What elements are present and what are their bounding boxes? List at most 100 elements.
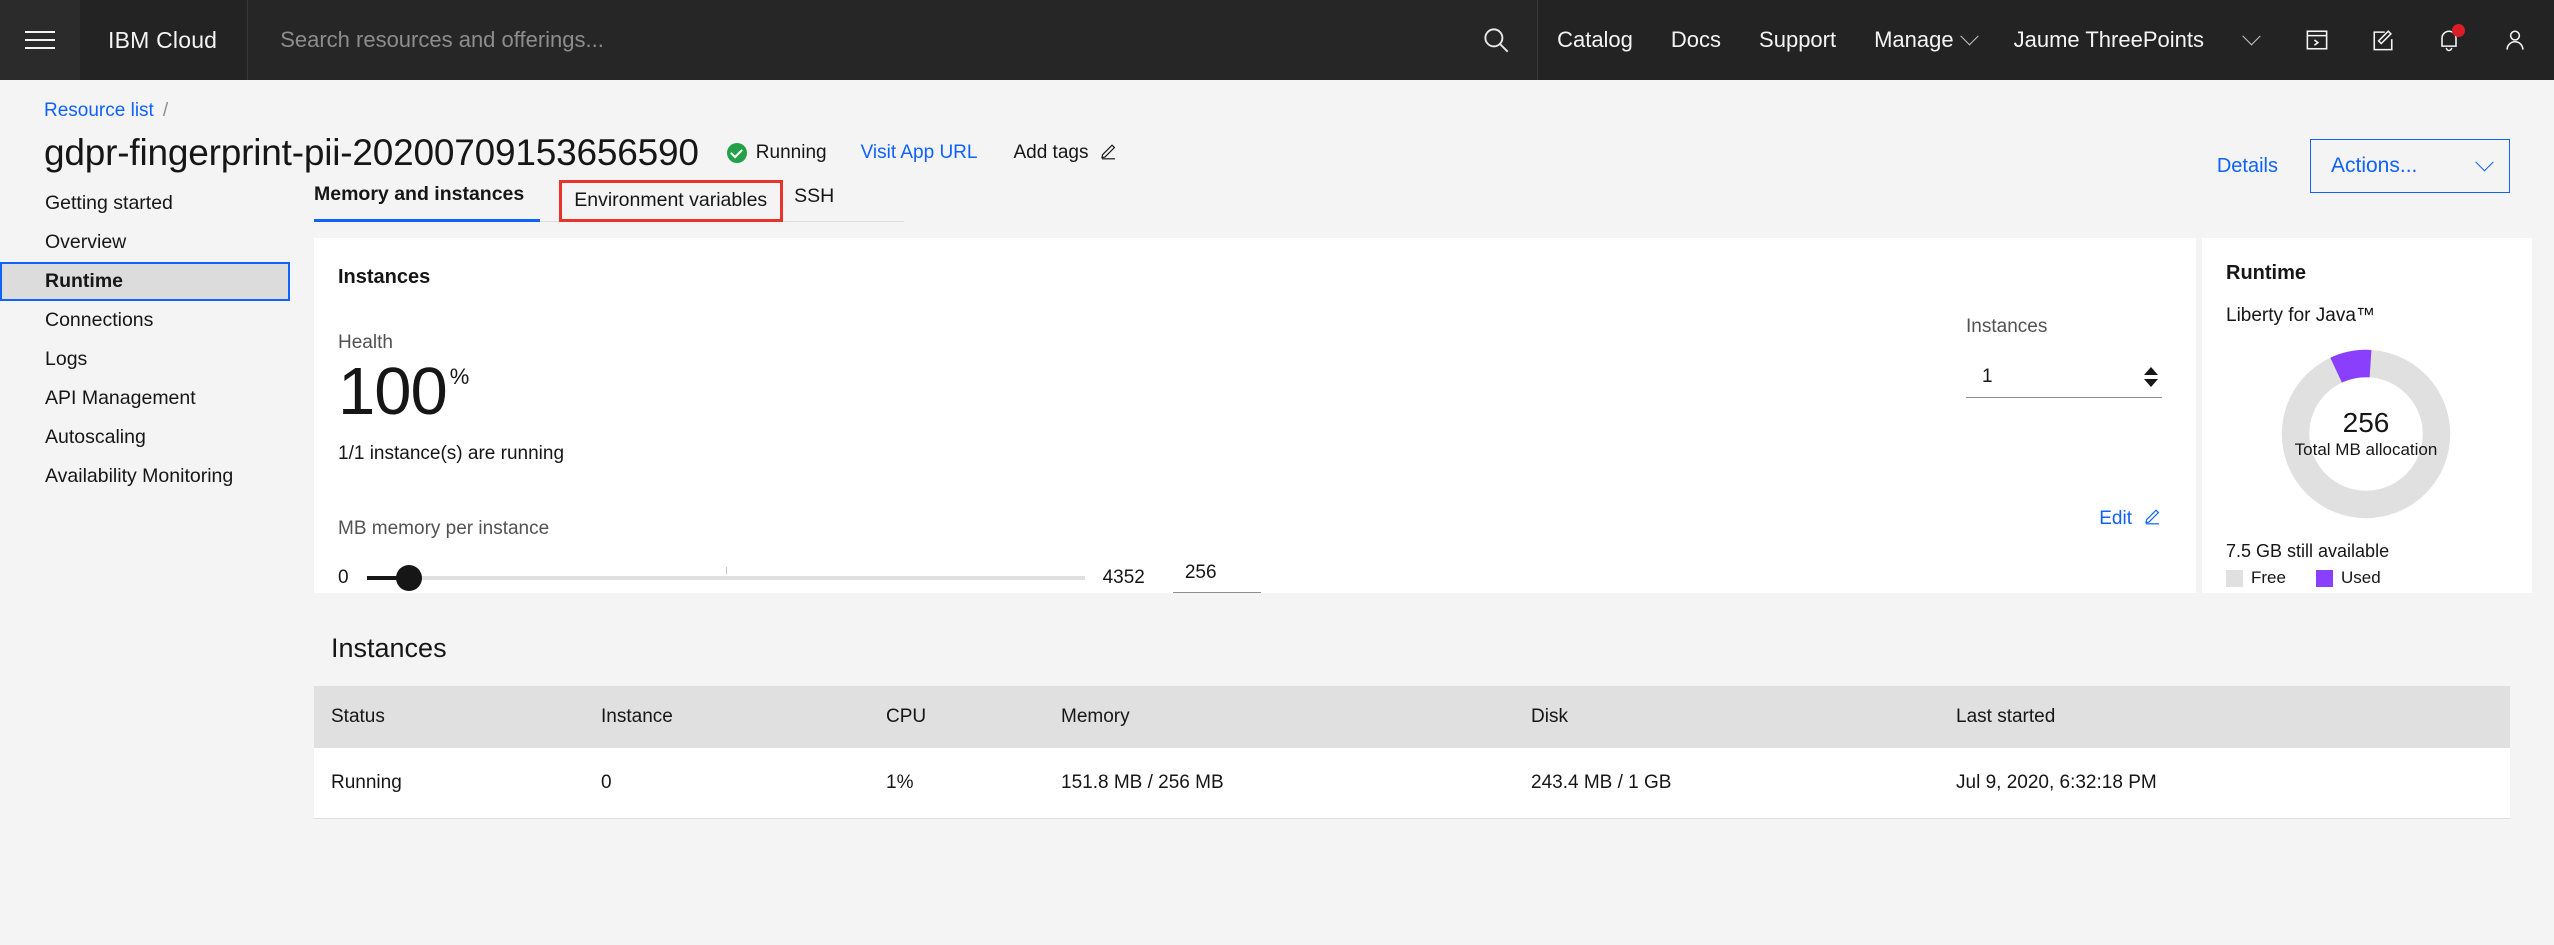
column-header-disk[interactable]: Disk [1514,686,1939,748]
nav-catalog[interactable]: Catalog [1538,0,1652,80]
tab-memory-and-instances[interactable]: Memory and instances [314,183,541,222]
details-link[interactable]: Details [2207,149,2288,184]
slider-max-label: 4352 [1102,566,1145,588]
create-resource-edit-icon[interactable] [2350,0,2416,80]
shell-terminal-icon[interactable] [2284,0,2350,80]
global-search[interactable] [247,0,1539,80]
runtime-donut-chart: 256 Total MB allocation [2226,341,2506,527]
tab-environment-variables[interactable]: Environment variables [559,180,784,222]
column-header-instance[interactable]: Instance [584,686,869,748]
hamburger-menu-icon[interactable] [0,0,80,80]
nav-manage-label: Manage [1874,27,1954,52]
memory-slider-track[interactable] [366,564,1085,591]
column-header-status[interactable]: Status [314,686,584,748]
edit-instances-button[interactable]: Edit [2099,506,2162,531]
visit-app-url-link[interactable]: Visit App URL [861,142,978,164]
tab-label: Environment variables [574,189,768,211]
breadcrumb: Resource list / [44,98,2510,124]
nav-support-label: Support [1759,27,1837,52]
legend-swatch-free [2226,569,2243,587]
table-head: Status Instance CPU Memory Disk Last sta… [314,686,2510,748]
sidebar-item-label: API Management [45,387,196,409]
nav-docs-label: Docs [1670,27,1722,52]
column-header-cpu[interactable]: CPU [869,686,1044,748]
nav-manage[interactable]: Manage [1855,0,1995,80]
account-chevron-down-icon[interactable] [2218,0,2284,80]
hamburger-bars [25,25,55,55]
donut-svg [2281,349,2451,519]
instances-panel-heading: Instances [338,266,431,288]
notification-badge-dot [2452,24,2465,37]
instances-table: Status Instance CPU Memory Disk Last sta… [314,686,2510,819]
sidebar-item-autoscaling[interactable]: Autoscaling [0,418,290,457]
status-running-check-icon [726,143,747,163]
actions-button-label: Actions... [2331,154,2418,177]
instances-count-input[interactable] [1966,365,2162,388]
edit-pencil-icon [2143,506,2162,531]
status-label: Running [755,142,827,163]
breadcrumb-resource-list[interactable]: Resource list [44,100,154,122]
health-number: 100 [338,354,448,429]
cell-memory: 151.8 MB / 256 MB [1044,748,1514,819]
chevron-down-icon [1959,26,1979,45]
sidebar-item-label: Getting started [45,192,173,214]
sidebar-item-label: Overview [45,231,127,253]
nav-docs[interactable]: Docs [1652,0,1740,80]
instances-stepper-label: Instances [1966,316,2048,337]
sidebar-item-availability-monitoring[interactable]: Availability Monitoring [0,457,290,496]
health-unit: % [449,364,470,389]
sidebar-item-api-management[interactable]: API Management [0,379,290,418]
health-label: Health [338,332,393,353]
legend-swatch-used [2315,569,2333,587]
slider-thumb-handle[interactable] [395,564,422,591]
sidebar-item-getting-started[interactable]: Getting started [0,184,290,223]
sidebar-item-runtime[interactable]: Runtime [0,262,290,301]
cell-cpu: 1% [869,748,1044,819]
runtime-panel-heading: Runtime [2226,262,2306,284]
search-input[interactable] [280,27,1480,53]
sidebar-item-label: Connections [45,309,154,331]
sidebar-item-overview[interactable]: Overview [0,223,290,262]
tab-ssh[interactable]: SSH [794,185,850,221]
page-title: gdpr-fingerprint-pii-20200709153656590 [44,132,699,173]
table-row[interactable]: Running 0 1% 151.8 MB / 256 MB 243.4 MB … [314,748,2510,819]
stepper-increment-arrow[interactable] [2144,366,2158,375]
runtime-legend: Free Used [2226,568,2506,588]
up-down-spinner-icon[interactable] [2144,366,2158,387]
tab-label: SSH [794,185,835,207]
search-icon[interactable] [1479,23,1513,57]
column-header-memory[interactable]: Memory [1044,686,1514,748]
table-header-row: Status Instance CPU Memory Disk Last sta… [314,686,2510,748]
add-tags-button[interactable]: Add tags [1013,141,1118,166]
user-avatar-icon[interactable] [2482,0,2548,80]
column-header-last-started[interactable]: Last started [1939,686,2510,748]
instances-stepper[interactable] [1966,356,2162,398]
cell-last-started: Jul 9, 2020, 6:32:18 PM [1939,748,2510,819]
sidebar-item-logs[interactable]: Logs [0,340,290,379]
health-value: 100 % [338,358,2162,425]
sidebar-item-connections[interactable]: Connections [0,301,290,340]
page-body: Getting started Overview Runtime Connect… [0,172,2554,945]
account-label: Jaume ThreePoints [2013,27,2204,52]
brand-logo[interactable]: IBM Cloud [80,0,247,80]
donut-segment-free [2281,349,2451,519]
memory-value-input[interactable] [1172,562,1261,593]
page-actions: Details Actions... [2207,139,2510,193]
memory-slider-label: MB memory per instance [338,518,550,539]
header-nav: Catalog Docs Support Manage Jaume ThreeP… [1538,0,2554,80]
account-selector[interactable]: Jaume ThreePoints [1995,0,2218,80]
edit-label: Edit [2099,507,2132,529]
nav-support[interactable]: Support [1740,0,1855,80]
stepper-decrement-arrow[interactable] [2144,378,2158,387]
status-badge: Running [726,142,827,164]
instances-table-section: Instances Status Instance CPU Memory Dis… [314,619,2532,819]
actions-button[interactable]: Actions... [2310,139,2510,193]
notifications-bell-icon[interactable] [2416,0,2482,80]
breadcrumb-separator: / [162,100,169,121]
main-content: Memory and instances Environment variabl… [290,172,2554,945]
title-row: gdpr-fingerprint-pii-20200709153656590 R… [44,132,2510,174]
instances-table-title: Instances [331,633,447,663]
page-header: Resource list / gdpr-fingerprint-pii-202… [0,80,2554,193]
legend-label-used: Used [2340,568,2381,587]
global-header: IBM Cloud Catalog Docs Support Manage Ja… [0,0,2554,80]
